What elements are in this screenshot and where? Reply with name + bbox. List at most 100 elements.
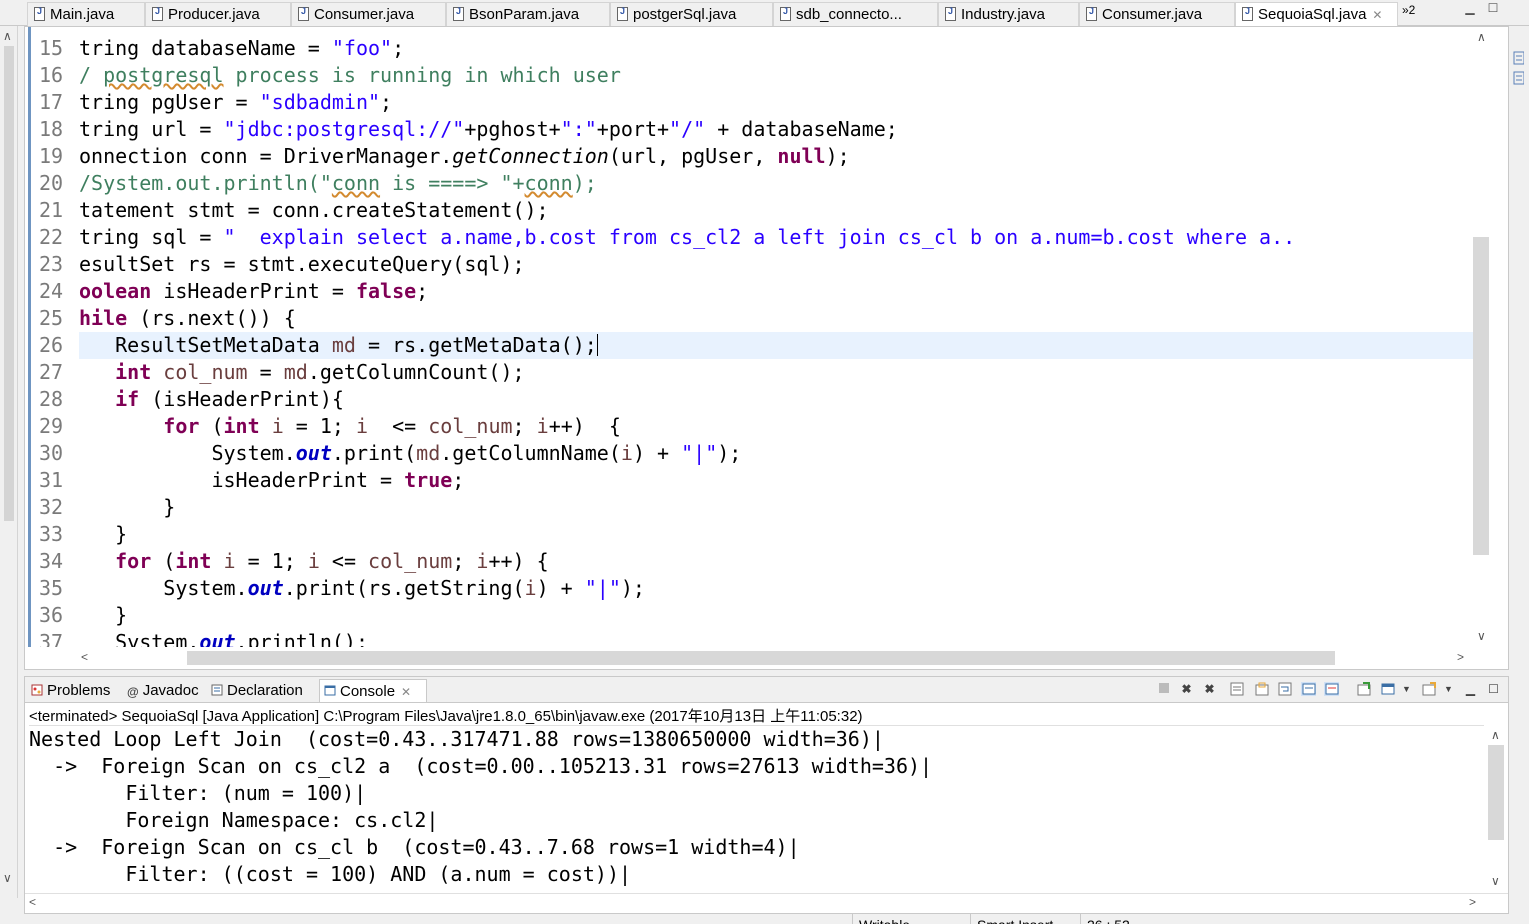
- close-tab-icon[interactable]: ✕: [401, 685, 411, 699]
- close-tab-icon[interactable]: ✕: [1372, 8, 1382, 22]
- scroll-thumb[interactable]: [187, 651, 1335, 665]
- code-token: .print(: [331, 441, 417, 465]
- code-line[interactable]: 29 for (int i = 1; i <= col_num; i++) {: [31, 413, 1473, 440]
- clear-console-icon[interactable]: [1229, 682, 1244, 696]
- maximize-icon[interactable]: ☐: [1486, 682, 1501, 696]
- code-line[interactable]: 33 }: [31, 521, 1473, 548]
- code-token: "|": [681, 441, 718, 465]
- console-vertical-scrollbar[interactable]: ∧ ∨: [1485, 725, 1507, 893]
- code-token: .println();: [235, 630, 368, 647]
- overview-ruler-icon[interactable]: [1512, 50, 1524, 90]
- code-editor[interactable]: 15 tring databaseName = "foo"; 16 / postgre…: [24, 26, 1509, 670]
- pin-console-icon[interactable]: [1356, 682, 1371, 696]
- scroll-right-arrow-icon[interactable]: >: [1457, 651, 1464, 663]
- code-line[interactable]: 32 }: [31, 494, 1473, 521]
- remove-all-terminated-icon[interactable]: ✖: [1202, 682, 1217, 696]
- tab-producer-java[interactable]: Producer.java: [145, 2, 291, 26]
- code-line[interactable]: 27 int col_num = md.getColumnCount();: [31, 359, 1473, 386]
- tab-problems[interactable]: Problems: [27, 679, 114, 703]
- problems-icon: [31, 684, 43, 696]
- dropdown-arrow-icon[interactable]: ▼: [1399, 682, 1414, 696]
- scroll-right-arrow-icon[interactable]: >: [1469, 896, 1476, 908]
- code-line[interactable]: 35 System.out.print(rs.getString(i) + "|…: [31, 575, 1473, 602]
- code-token: conn: [524, 171, 573, 195]
- code-token: /System.out.println(": [79, 171, 332, 195]
- tab-declaration[interactable]: Declaration: [207, 679, 307, 703]
- code-line[interactable]: 19 onnection conn = DriverManager.getConn…: [31, 143, 1473, 170]
- tab-postgersql-java[interactable]: postgerSql.java: [610, 2, 773, 26]
- display-selected-console-icon[interactable]: [1380, 682, 1395, 696]
- code-line[interactable]: 34 for (int i = 1; i <= col_num; i++) {: [31, 548, 1473, 575]
- tab-consumer-java-2[interactable]: Consumer.java: [1079, 2, 1235, 26]
- tab-main-java[interactable]: Main.java: [27, 2, 145, 26]
- tab-sdb-connector[interactable]: sdb_connecto...: [773, 2, 938, 26]
- code-line[interactable]: 24 oolean isHeaderPrint = false;: [31, 278, 1473, 305]
- scroll-left-arrow-icon[interactable]: <: [29, 896, 36, 908]
- tab-console[interactable]: Console ✕: [319, 679, 427, 703]
- code-line[interactable]: 21 tatement stmt = conn.createStatement()…: [31, 197, 1473, 224]
- code-token: md: [331, 333, 356, 357]
- code-token: ;: [512, 414, 537, 438]
- minimize-icon[interactable]: ▁: [1463, 682, 1478, 696]
- scroll-down-arrow-icon[interactable]: ∨: [3, 872, 12, 884]
- code-token: i: [271, 414, 284, 438]
- tab-industry-java[interactable]: Industry.java: [938, 2, 1079, 26]
- dropdown-arrow-icon[interactable]: ▼: [1441, 682, 1456, 696]
- scroll-lock-icon[interactable]: [1254, 682, 1269, 696]
- java-file-icon: [617, 6, 628, 21]
- code-line[interactable]: 17 tring pgUser = "sdbadmin";: [31, 89, 1473, 116]
- java-file-icon: [152, 6, 163, 21]
- code-area[interactable]: 15 tring databaseName = "foo"; 16 / postgre…: [31, 27, 1473, 647]
- left-trim-scrollbar[interactable]: ∧ ∨: [0, 26, 18, 898]
- code-line[interactable]: 26 ResultSetMetaData md = rs.getMetaData…: [31, 332, 1473, 359]
- code-token: oolean: [79, 279, 152, 303]
- editor-horizontal-scrollbar[interactable]: < >: [25, 647, 1508, 669]
- code-line[interactable]: 36 }: [31, 602, 1473, 629]
- tab-bsonparam-java[interactable]: BsonParam.java: [446, 2, 610, 26]
- tab-overflow-button[interactable]: »2: [1402, 3, 1415, 17]
- scroll-thumb[interactable]: [4, 46, 14, 521]
- scroll-down-arrow-icon[interactable]: ∨: [1491, 875, 1500, 887]
- code-line[interactable]: 31 isHeaderPrint = true;: [31, 467, 1473, 494]
- scroll-down-arrow-icon[interactable]: ∨: [1477, 630, 1486, 642]
- scroll-left-arrow-icon[interactable]: <: [81, 651, 88, 663]
- line-number: 30: [39, 441, 64, 465]
- editor-vertical-scrollbar[interactable]: ∧ ∨: [1473, 27, 1508, 647]
- scroll-up-arrow-icon[interactable]: ∧: [3, 30, 12, 42]
- code-line[interactable]: 30 System.out.print(md.getColumnName(i) …: [31, 440, 1473, 467]
- console-view[interactable]: <terminated> SequoiaSql [Java Applicatio…: [24, 702, 1509, 914]
- code-line[interactable]: 20/System.out.println("conn is ====> "+c…: [31, 170, 1473, 197]
- code-line[interactable]: 22 tring sql = " explain select a.name,b.…: [31, 224, 1473, 251]
- code-token: conn: [331, 171, 381, 195]
- tab-label: sdb_connecto...: [796, 6, 902, 23]
- console-output-line: Nested Loop Left Join (cost=0.43..317471…: [29, 727, 884, 751]
- code-token: ;: [416, 279, 429, 303]
- scroll-thumb[interactable]: [1473, 237, 1489, 555]
- tab-javadoc[interactable]: @ Javadoc: [123, 679, 203, 703]
- scroll-up-arrow-icon[interactable]: ∧: [1491, 729, 1500, 741]
- scroll-thumb[interactable]: [1488, 745, 1504, 840]
- tab-consumer-java[interactable]: Consumer.java: [291, 2, 446, 26]
- code-line[interactable]: 23 esultSet rs = stmt.executeQuery(sql);: [31, 251, 1473, 278]
- terminate-icon[interactable]: [1156, 682, 1171, 696]
- show-on-stderr-icon[interactable]: [1324, 682, 1339, 696]
- show-on-stdout-icon[interactable]: [1301, 682, 1316, 696]
- insert-mode-status[interactable]: Smart Insert: [970, 914, 1080, 924]
- code-text: tring sql = " explain select a.name,b.co…: [79, 224, 1295, 251]
- tab-sequoiasql-java[interactable]: SequoiaSql.java ✕: [1235, 2, 1398, 27]
- maximize-icon[interactable]: ☐: [1486, 2, 1500, 15]
- code-token: );: [620, 576, 645, 600]
- minimize-icon[interactable]: ▁: [1463, 2, 1477, 15]
- code-line[interactable]: 16 / postgresql process is running in whi…: [31, 62, 1473, 89]
- scroll-up-arrow-icon[interactable]: ∧: [1477, 31, 1486, 43]
- console-output[interactable]: Nested Loop Left Join (cost=0.43..317471…: [29, 725, 1484, 893]
- word-wrap-icon[interactable]: [1277, 682, 1292, 696]
- code-line[interactable]: 18 tring url = "jdbc:postgresql://"+pghos…: [31, 116, 1473, 143]
- open-console-icon[interactable]: [1421, 682, 1436, 696]
- remove-launch-icon[interactable]: ✖: [1179, 682, 1194, 696]
- code-line[interactable]: 37 System.out.println();: [31, 629, 1473, 647]
- code-line[interactable]: 28 if (isHeaderPrint){: [31, 386, 1473, 413]
- console-horizontal-scrollbar[interactable]: < >: [25, 893, 1508, 913]
- code-line[interactable]: 15 tring databaseName = "foo";: [31, 35, 1473, 62]
- code-line[interactable]: 25 hile (rs.next()) {: [31, 305, 1473, 332]
